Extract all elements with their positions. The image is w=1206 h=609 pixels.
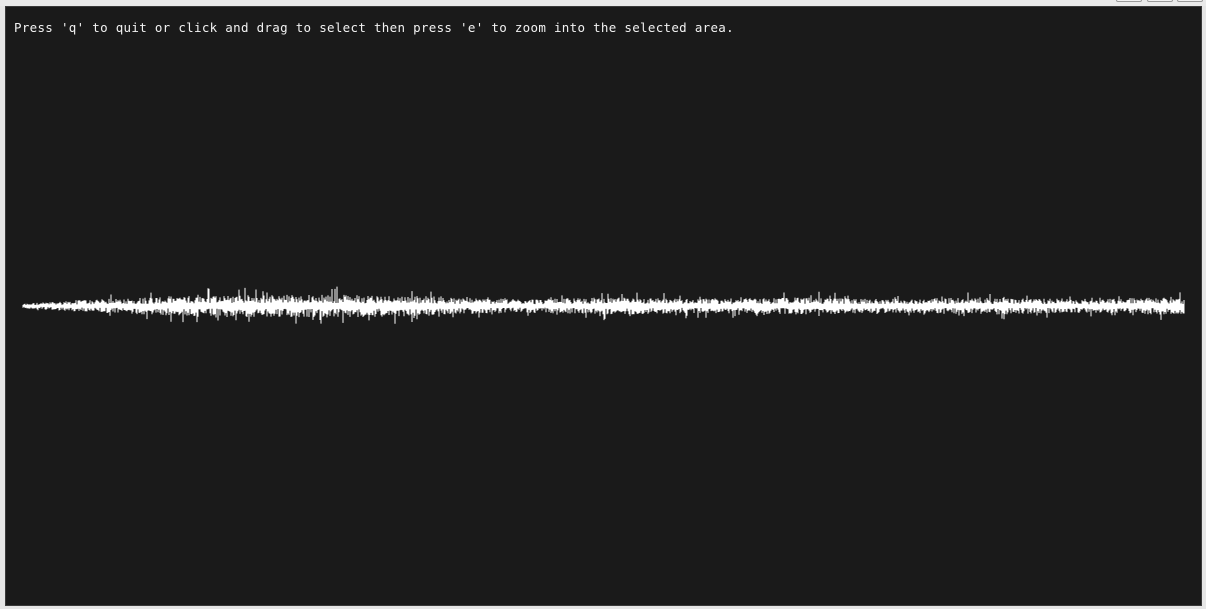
minimize-button[interactable] (1116, 0, 1142, 2)
maximize-button[interactable] (1147, 0, 1173, 2)
waveform-canvas[interactable]: Press 'q' to quit or click and drag to s… (5, 6, 1202, 606)
audio-waveform[interactable] (6, 7, 1201, 605)
app-window: Press 'q' to quit or click and drag to s… (0, 0, 1206, 609)
close-button[interactable] (1177, 0, 1203, 2)
waveform-trace (22, 286, 1185, 324)
